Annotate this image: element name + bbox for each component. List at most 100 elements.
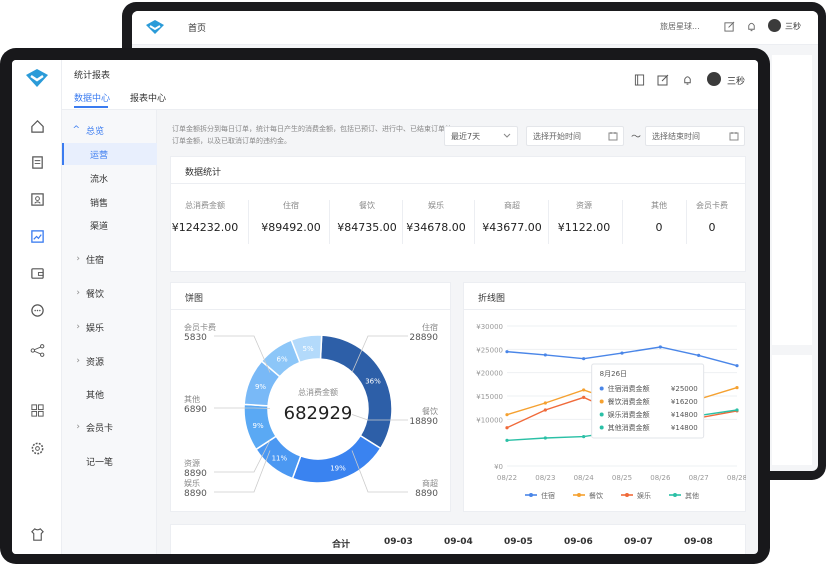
data-point[interactable] xyxy=(505,413,509,417)
chevron-down-icon xyxy=(503,133,511,138)
pie-slice-label: 36% xyxy=(365,377,381,385)
data-point[interactable] xyxy=(543,436,547,440)
book-icon[interactable] xyxy=(634,74,645,86)
tab-report-center[interactable]: 报表中心 xyxy=(130,91,166,104)
data-point[interactable] xyxy=(505,426,509,430)
edit-icon[interactable] xyxy=(724,21,735,32)
home-icon[interactable] xyxy=(27,116,47,136)
y-tick-label: ¥0 xyxy=(494,463,503,471)
data-point[interactable] xyxy=(543,353,547,357)
data-point[interactable] xyxy=(735,364,739,368)
subnav-entertainment[interactable]: › 娱乐 xyxy=(62,316,157,338)
pie-slice-label: 19% xyxy=(330,465,346,473)
start-date-placeholder: 选择开始时间 xyxy=(533,131,581,141)
subnav-member-card[interactable]: › 会员卡 xyxy=(62,416,157,438)
subnav-channels[interactable]: 渠道 xyxy=(62,214,157,236)
x-tick-label: 08/24 xyxy=(574,474,595,482)
stat-item: 会员卡费 0 xyxy=(672,200,752,234)
data-point[interactable] xyxy=(697,353,701,357)
data-point[interactable] xyxy=(582,395,586,399)
chevron-right-icon: › xyxy=(76,288,80,298)
data-point[interactable] xyxy=(582,435,586,439)
legend-item[interactable]: 其他 xyxy=(685,491,699,500)
data-point[interactable] xyxy=(543,408,547,412)
range-select[interactable]: 最近7天 xyxy=(444,126,518,146)
end-date-placeholder: 选择结束时间 xyxy=(652,131,700,141)
subnav-label: 餐饮 xyxy=(86,289,105,300)
start-date-input[interactable]: 选择开始时间 xyxy=(526,126,624,146)
date-separator: ～ xyxy=(631,132,641,143)
subnav-label: 会员卡 xyxy=(86,423,114,434)
data-point[interactable] xyxy=(582,357,586,361)
tooltip-title: 8月26日 xyxy=(600,370,627,378)
stat-label: 住宿 xyxy=(283,201,299,210)
edit-icon[interactable] xyxy=(657,74,669,86)
tooltip-row-value: ¥25000 xyxy=(671,385,698,393)
data-point[interactable] xyxy=(658,345,662,349)
pie-outer-label: 餐饮 18890 xyxy=(378,406,438,428)
stat-value: ¥1122.00 xyxy=(557,221,611,234)
legend-item[interactable]: 娱乐 xyxy=(637,491,651,500)
bell-icon[interactable] xyxy=(746,21,757,32)
calendar-icon xyxy=(729,132,739,141)
legend-item[interactable]: 住宿 xyxy=(541,491,555,500)
data-point[interactable] xyxy=(543,401,547,405)
shirt-icon[interactable] xyxy=(27,524,47,544)
data-point[interactable] xyxy=(735,408,739,412)
tooltip-dot xyxy=(599,425,604,430)
table-date-header: 09-05 xyxy=(504,537,533,547)
stat-label: 资源 xyxy=(576,201,592,210)
apps-icon[interactable] xyxy=(27,400,47,420)
tooltip-row-value: ¥14800 xyxy=(671,424,698,432)
subnav-other[interactable]: 其他 xyxy=(62,383,157,405)
subnav-operations[interactable]: 运营 xyxy=(62,143,157,165)
avatar[interactable] xyxy=(768,19,781,32)
user-name[interactable]: 三秒 xyxy=(727,74,745,87)
user-name[interactable]: 三秒 xyxy=(785,21,801,32)
subnav-dining[interactable]: › 餐饮 xyxy=(62,282,157,304)
share-icon[interactable] xyxy=(27,340,47,360)
data-point[interactable] xyxy=(505,350,509,354)
data-point[interactable] xyxy=(582,388,586,392)
pie-slice-label: 9% xyxy=(252,422,263,430)
tab-data-center[interactable]: 数据中心 xyxy=(74,91,110,104)
subnav-sales[interactable]: 销售 xyxy=(62,191,157,213)
end-date-input[interactable]: 选择结束时间 xyxy=(645,126,745,146)
subnav-cashflow[interactable]: 流水 xyxy=(62,167,157,189)
back-home-tab[interactable]: 首页 xyxy=(188,21,206,34)
chat-icon[interactable] xyxy=(27,300,47,320)
pie-label-value: 8890 xyxy=(184,469,207,479)
legend-item[interactable]: 餐饮 xyxy=(589,491,603,500)
table-date-header: 09-07 xyxy=(624,537,653,547)
avatar[interactable] xyxy=(707,72,721,86)
stat-value: ¥89492.00 xyxy=(261,221,321,234)
data-point[interactable] xyxy=(505,438,509,442)
subnav-overview[interactable]: ^ 总览 xyxy=(62,119,157,141)
bell-icon[interactable] xyxy=(682,74,693,86)
pie-label-value: 18890 xyxy=(409,417,438,427)
pie-slice-label: 5% xyxy=(303,345,314,353)
subnav-resources[interactable]: › 资源 xyxy=(62,350,157,372)
pie-leader-line xyxy=(214,407,271,409)
subnav-notes[interactable]: 记一笔 xyxy=(62,450,157,472)
front-window: 统计报表 数据中心 报表中心 三秒 ^ 总览 运营 流水 销售 渠道 › 住宿 › 餐… xyxy=(12,60,758,554)
subnav-lodging[interactable]: › 住宿 xyxy=(62,248,157,270)
stat-label: 会员卡费 xyxy=(696,201,728,210)
settings-icon[interactable] xyxy=(27,438,47,458)
data-point[interactable] xyxy=(620,351,624,355)
document-icon[interactable] xyxy=(27,152,47,172)
data-point[interactable] xyxy=(735,386,739,390)
pie-label-value: 5830 xyxy=(184,333,207,343)
table-total-header: 合计 xyxy=(332,540,351,550)
pie-outer-label: 资源 8890 xyxy=(184,458,207,480)
wallet-icon[interactable] xyxy=(27,263,47,283)
stat-value: ¥124232.00 xyxy=(171,221,239,234)
pie-label-name: 商超 xyxy=(422,479,438,488)
stat-label: 餐饮 xyxy=(359,201,375,210)
y-tick-label: ¥30000 xyxy=(476,323,503,331)
chart-icon[interactable] xyxy=(27,226,47,246)
back-tenant-select[interactable]: 旅居星球... xyxy=(660,21,700,32)
tooltip-row-name: 住宿消费金额 xyxy=(608,384,650,393)
stat-label: 总消费金额 xyxy=(185,201,225,210)
contact-icon[interactable] xyxy=(27,189,47,209)
